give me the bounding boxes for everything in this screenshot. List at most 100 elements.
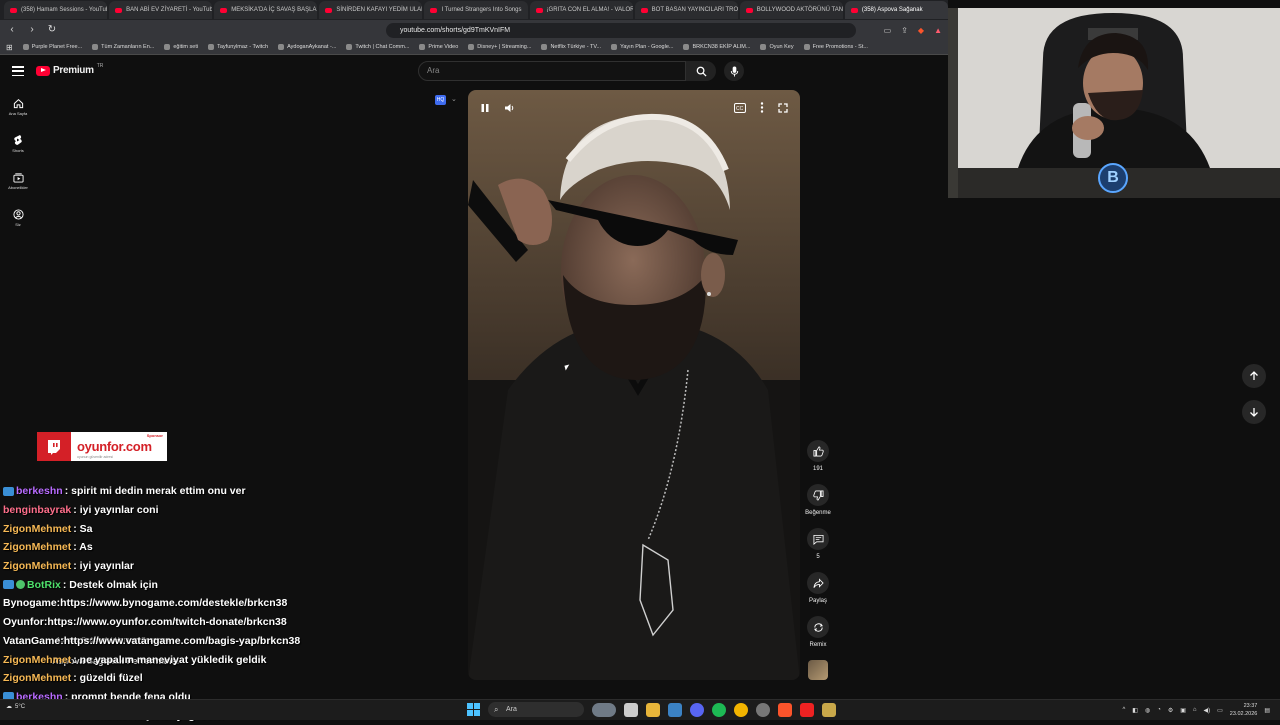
brave-shield-icon[interactable]: ◆ (918, 26, 924, 35)
obs-icon[interactable] (756, 702, 770, 717)
fullscreen-icon[interactable] (778, 102, 788, 113)
network-icon[interactable]: ⌂ (1193, 707, 1197, 713)
browser-tab[interactable]: ¡GRITA CON EL ALMA! - VALOR (529, 1, 633, 19)
search-button[interactable] (686, 61, 716, 81)
shorts-video-player[interactable]: CC (468, 90, 800, 680)
forward-icon[interactable]: › (26, 24, 38, 36)
weather-widget[interactable]: ☁ 5°C (6, 703, 25, 711)
chat-message: berkeshn : spirit mi dedin merak ettim o… (0, 482, 330, 501)
share-page-icon[interactable]: ⇪ (901, 26, 908, 35)
browser-tab[interactable]: BOT BASAN YAYINCILARI TROLLE (634, 1, 738, 19)
windows-start-icon[interactable] (467, 703, 480, 716)
clock-date: 23.02.2026 (1229, 711, 1258, 717)
discord-icon[interactable] (690, 702, 704, 717)
more-options-icon[interactable] (760, 102, 764, 113)
sidebar-item-you[interactable]: Siz (0, 199, 36, 236)
next-short-button[interactable] (1242, 400, 1266, 424)
youtube-logo[interactable]: Premium TR (36, 63, 103, 76)
record-icon[interactable] (800, 702, 814, 717)
task-view-icon[interactable] (624, 702, 638, 717)
browser-tab[interactable]: BAN ABİ EV ZİYARETİ - YouTube (109, 1, 213, 19)
tray-app-icon[interactable]: ⚙ (1168, 707, 1173, 714)
browser-tab[interactable]: (358) Hamam Sessions - YouTube (4, 1, 108, 19)
remix-icon (813, 622, 823, 632)
bookmark-item[interactable]: Yayın Plan - Google... (611, 44, 673, 50)
chat-badge-icon (3, 486, 14, 496)
file-explorer-icon[interactable] (646, 702, 660, 717)
menu-icon[interactable] (12, 66, 24, 76)
bookmark-item[interactable]: Disney+ | Streaming... (468, 44, 531, 50)
dislike-button[interactable] (807, 484, 829, 506)
channel-badge-icon: B (1098, 163, 1128, 193)
chat-message: ZigonMehmet : güzeldi füzel (0, 669, 330, 688)
voice-search-button[interactable] (724, 61, 744, 81)
tray-app-icon[interactable]: ◍ (1145, 707, 1150, 714)
browser-tab[interactable]: MEKSİKA'DA İÇ SAVAŞ BAŞLADI (214, 1, 318, 19)
bookmark-favicon-icon (541, 44, 548, 50)
app-icon[interactable] (822, 702, 836, 717)
bookmark-favicon-icon (760, 44, 767, 50)
like-button[interactable] (807, 440, 829, 462)
remix-button[interactable] (807, 616, 829, 638)
volume-icon[interactable] (504, 103, 515, 113)
tray-app-icon[interactable]: ▣ (1180, 707, 1186, 714)
taskbar-search-input[interactable]: Ara (488, 702, 584, 717)
url-field[interactable]: youtube.com/shorts/gd9TmKVnIFM (386, 22, 856, 38)
bookmark-item[interactable]: Purple Planet Free... (22, 44, 82, 50)
clock[interactable]: 23:37 23.02.2026 (1230, 702, 1258, 718)
apps-grid-icon[interactable]: ⊞ (6, 43, 13, 52)
quality-badge[interactable]: HQ (435, 95, 446, 105)
browser-tab[interactable]: BOLLYWOOD AKTÖRÜNÜ TANI (739, 1, 843, 19)
sidebar-item-subscriptions[interactable]: Abonelikler (0, 162, 36, 199)
screen-cast-icon[interactable]: ▭ (884, 26, 892, 35)
previous-short-button[interactable] (1242, 364, 1266, 388)
bookmark-label: Oyun Key (769, 44, 794, 50)
share-button[interactable] (807, 572, 829, 594)
bookmark-item[interactable]: Tayfunylmaz - Twitch (208, 44, 268, 50)
sidebar-item-label: Ana Sayfa (8, 110, 28, 116)
brave-rewards-icon[interactable]: ▲ (934, 26, 942, 35)
captions-icon[interactable]: CC (734, 102, 746, 113)
brave-icon[interactable] (778, 702, 792, 717)
spotify-icon[interactable] (712, 702, 726, 717)
reload-icon[interactable]: ↻ (46, 24, 58, 36)
chrome-icon[interactable] (734, 702, 748, 717)
widgets-icon[interactable] (592, 702, 616, 717)
comments-button[interactable] (807, 528, 829, 550)
chat-text: : Destek olmak için (62, 578, 158, 591)
sidebar-item-shorts[interactable]: Shorts (0, 125, 36, 162)
back-icon[interactable]: ‹ (6, 24, 18, 36)
pause-icon[interactable] (480, 103, 490, 113)
browser-tab[interactable]: I Turned Strangers Into Songs (424, 1, 528, 19)
tray-app-icon[interactable]: ◧ (1132, 707, 1138, 714)
tray-overflow-icon[interactable]: ^ (1122, 707, 1125, 713)
bookmark-item[interactable]: Twitch | Chat Comm... (346, 44, 409, 50)
bookmark-item[interactable]: AydoganAykanat -... (278, 44, 336, 50)
chevron-down-icon[interactable]: ⌄ (451, 95, 457, 103)
clock-time: 23:37 (1243, 703, 1258, 709)
volume-tray-icon[interactable]: ◀) (1204, 707, 1211, 714)
browser-tab[interactable]: (358) Aspova Sağanak (844, 1, 948, 19)
bookmark-item[interactable]: Netflix Türkiye - TV... (541, 44, 601, 50)
sound-thumbnail[interactable] (808, 660, 828, 680)
search-input[interactable]: Ara (418, 61, 686, 81)
arrow-up-icon (1250, 371, 1258, 380)
notifications-icon[interactable]: ▤ (1264, 707, 1270, 714)
sidebar-item-home[interactable]: Ana Sayfa (0, 88, 36, 125)
edge-icon[interactable] (668, 702, 682, 717)
browser-tab[interactable]: SİNİRDEN KAFAYI YEDİM ULAN (319, 1, 423, 19)
browser-tab-bar: (358) Hamam Sessions - YouTube BAN ABİ EV… (0, 0, 948, 20)
address-bar-actions: ▭ ⇪ ◆ ▲ (884, 26, 942, 35)
battery-icon[interactable]: ▭ (1217, 707, 1223, 714)
tray-app-icon[interactable]: ◔ (1157, 707, 1161, 713)
bookmark-item[interactable]: Prime Video (419, 44, 458, 50)
svg-text:CC: CC (736, 106, 744, 112)
bookmark-item[interactable]: Oyun Key (760, 44, 794, 50)
bookmark-item[interactable]: Free Promotions - St... (803, 44, 868, 50)
windows-taskbar: Ara ^ ◧ ◍ ◔ ⚙ ▣ ⌂ ◀) ▭ 23:37 23.02.2026 … (0, 699, 1280, 720)
tab-title: BOT BASAN YAYINCILARI TROLLE (651, 7, 738, 13)
bookmark-item[interactable]: eğitim seti (164, 44, 198, 50)
bookmark-item[interactable]: Tüm Zamanların En... (92, 44, 154, 50)
bookmark-item[interactable]: BRKCN38 EKİP ALIM... (683, 44, 750, 50)
chat-username: ZigonMehmet (3, 522, 72, 535)
